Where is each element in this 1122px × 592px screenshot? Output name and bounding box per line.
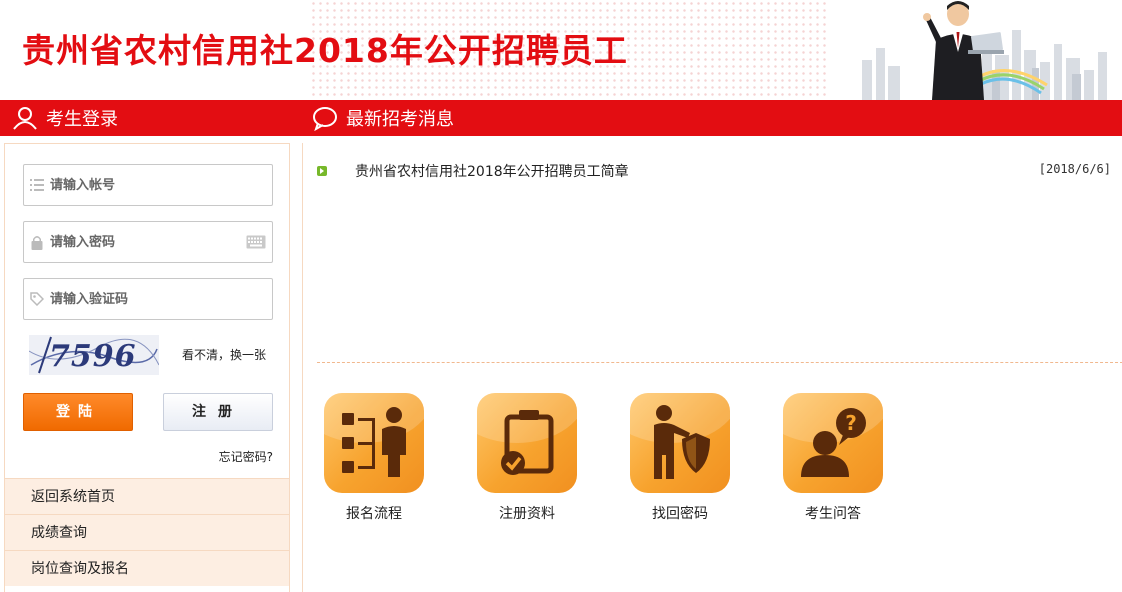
login-panel: 7596 看不清，换一张 登陆 注册 忘记密码? 返回系统首页 成绩查询 岗位查…	[4, 143, 290, 592]
login-section-title: 考生登录	[46, 109, 118, 130]
dashed-divider	[317, 362, 1122, 363]
process-flow-icon	[324, 393, 424, 493]
clipboard-check-icon	[477, 393, 577, 493]
captcha-input[interactable]	[50, 280, 230, 318]
menu-item-position-query[interactable]: 岗位查询及报名	[5, 550, 289, 586]
news-section-header: 最新招考消息	[312, 100, 454, 136]
section-title-bar: 考生登录 最新招考消息	[0, 100, 1122, 136]
tile-label: 找回密码	[652, 506, 708, 522]
captcha-field[interactable]	[23, 278, 273, 320]
svg-text:?: ?	[845, 411, 857, 435]
menu-item-home[interactable]: 返回系统首页	[5, 478, 289, 514]
password-input[interactable]	[50, 223, 230, 261]
user-icon	[13, 107, 37, 130]
question-person-icon: ?	[783, 393, 883, 493]
tile-label: 考生问答	[805, 506, 861, 522]
keyboard-icon[interactable]	[246, 235, 266, 253]
login-section-header: 考生登录	[12, 100, 118, 136]
login-button[interactable]: 登陆	[23, 393, 133, 431]
menu-item-score-query[interactable]: 成绩查询	[5, 514, 289, 550]
list-icon	[24, 165, 50, 205]
password-field[interactable]	[23, 221, 273, 263]
site-header: 贵州省农村信用社2018年公开招聘员工	[0, 0, 1122, 100]
register-button[interactable]: 注册	[163, 393, 273, 431]
news-item[interactable]: 贵州省农村信用社2018年公开招聘员工简章 [2018/6/6]	[317, 161, 1111, 181]
captcha-code: 7596	[49, 339, 137, 374]
forgot-password-link[interactable]: 忘记密码?	[219, 448, 273, 465]
businessman-illustration	[923, 1, 1004, 100]
tile-registration-process[interactable]: 报名流程	[323, 393, 425, 523]
tile-candidate-qa[interactable]: ? 考生问答	[782, 393, 884, 523]
news-item-date: [2018/6/6]	[1038, 162, 1111, 176]
tile-registration-info[interactable]: 注册资料	[476, 393, 578, 523]
arrow-bullet-icon	[317, 166, 327, 176]
lock-icon	[24, 222, 50, 262]
refresh-captcha-link[interactable]: 看不清，换一张	[182, 346, 266, 363]
site-title: 贵州省农村信用社2018年公开招聘员工	[22, 31, 628, 70]
person-shield-icon	[630, 393, 730, 493]
news-item-title[interactable]: 贵州省农村信用社2018年公开招聘员工简章	[355, 161, 629, 181]
account-field[interactable]	[23, 164, 273, 206]
news-section-title: 最新招考消息	[346, 109, 454, 130]
side-menu: 返回系统首页 成绩查询 岗位查询及报名	[5, 478, 289, 586]
tile-recover-password[interactable]: 找回密码	[629, 393, 731, 523]
tile-label: 报名流程	[346, 506, 402, 522]
captcha-image[interactable]: 7596	[29, 335, 159, 375]
tag-icon	[24, 279, 50, 319]
news-panel: 贵州省农村信用社2018年公开招聘员工简章 [2018/6/6] 报名流程 注册…	[302, 143, 1122, 592]
tile-label: 注册资料	[499, 506, 555, 522]
speech-bubble-icon	[313, 107, 337, 131]
account-input[interactable]	[50, 166, 230, 204]
